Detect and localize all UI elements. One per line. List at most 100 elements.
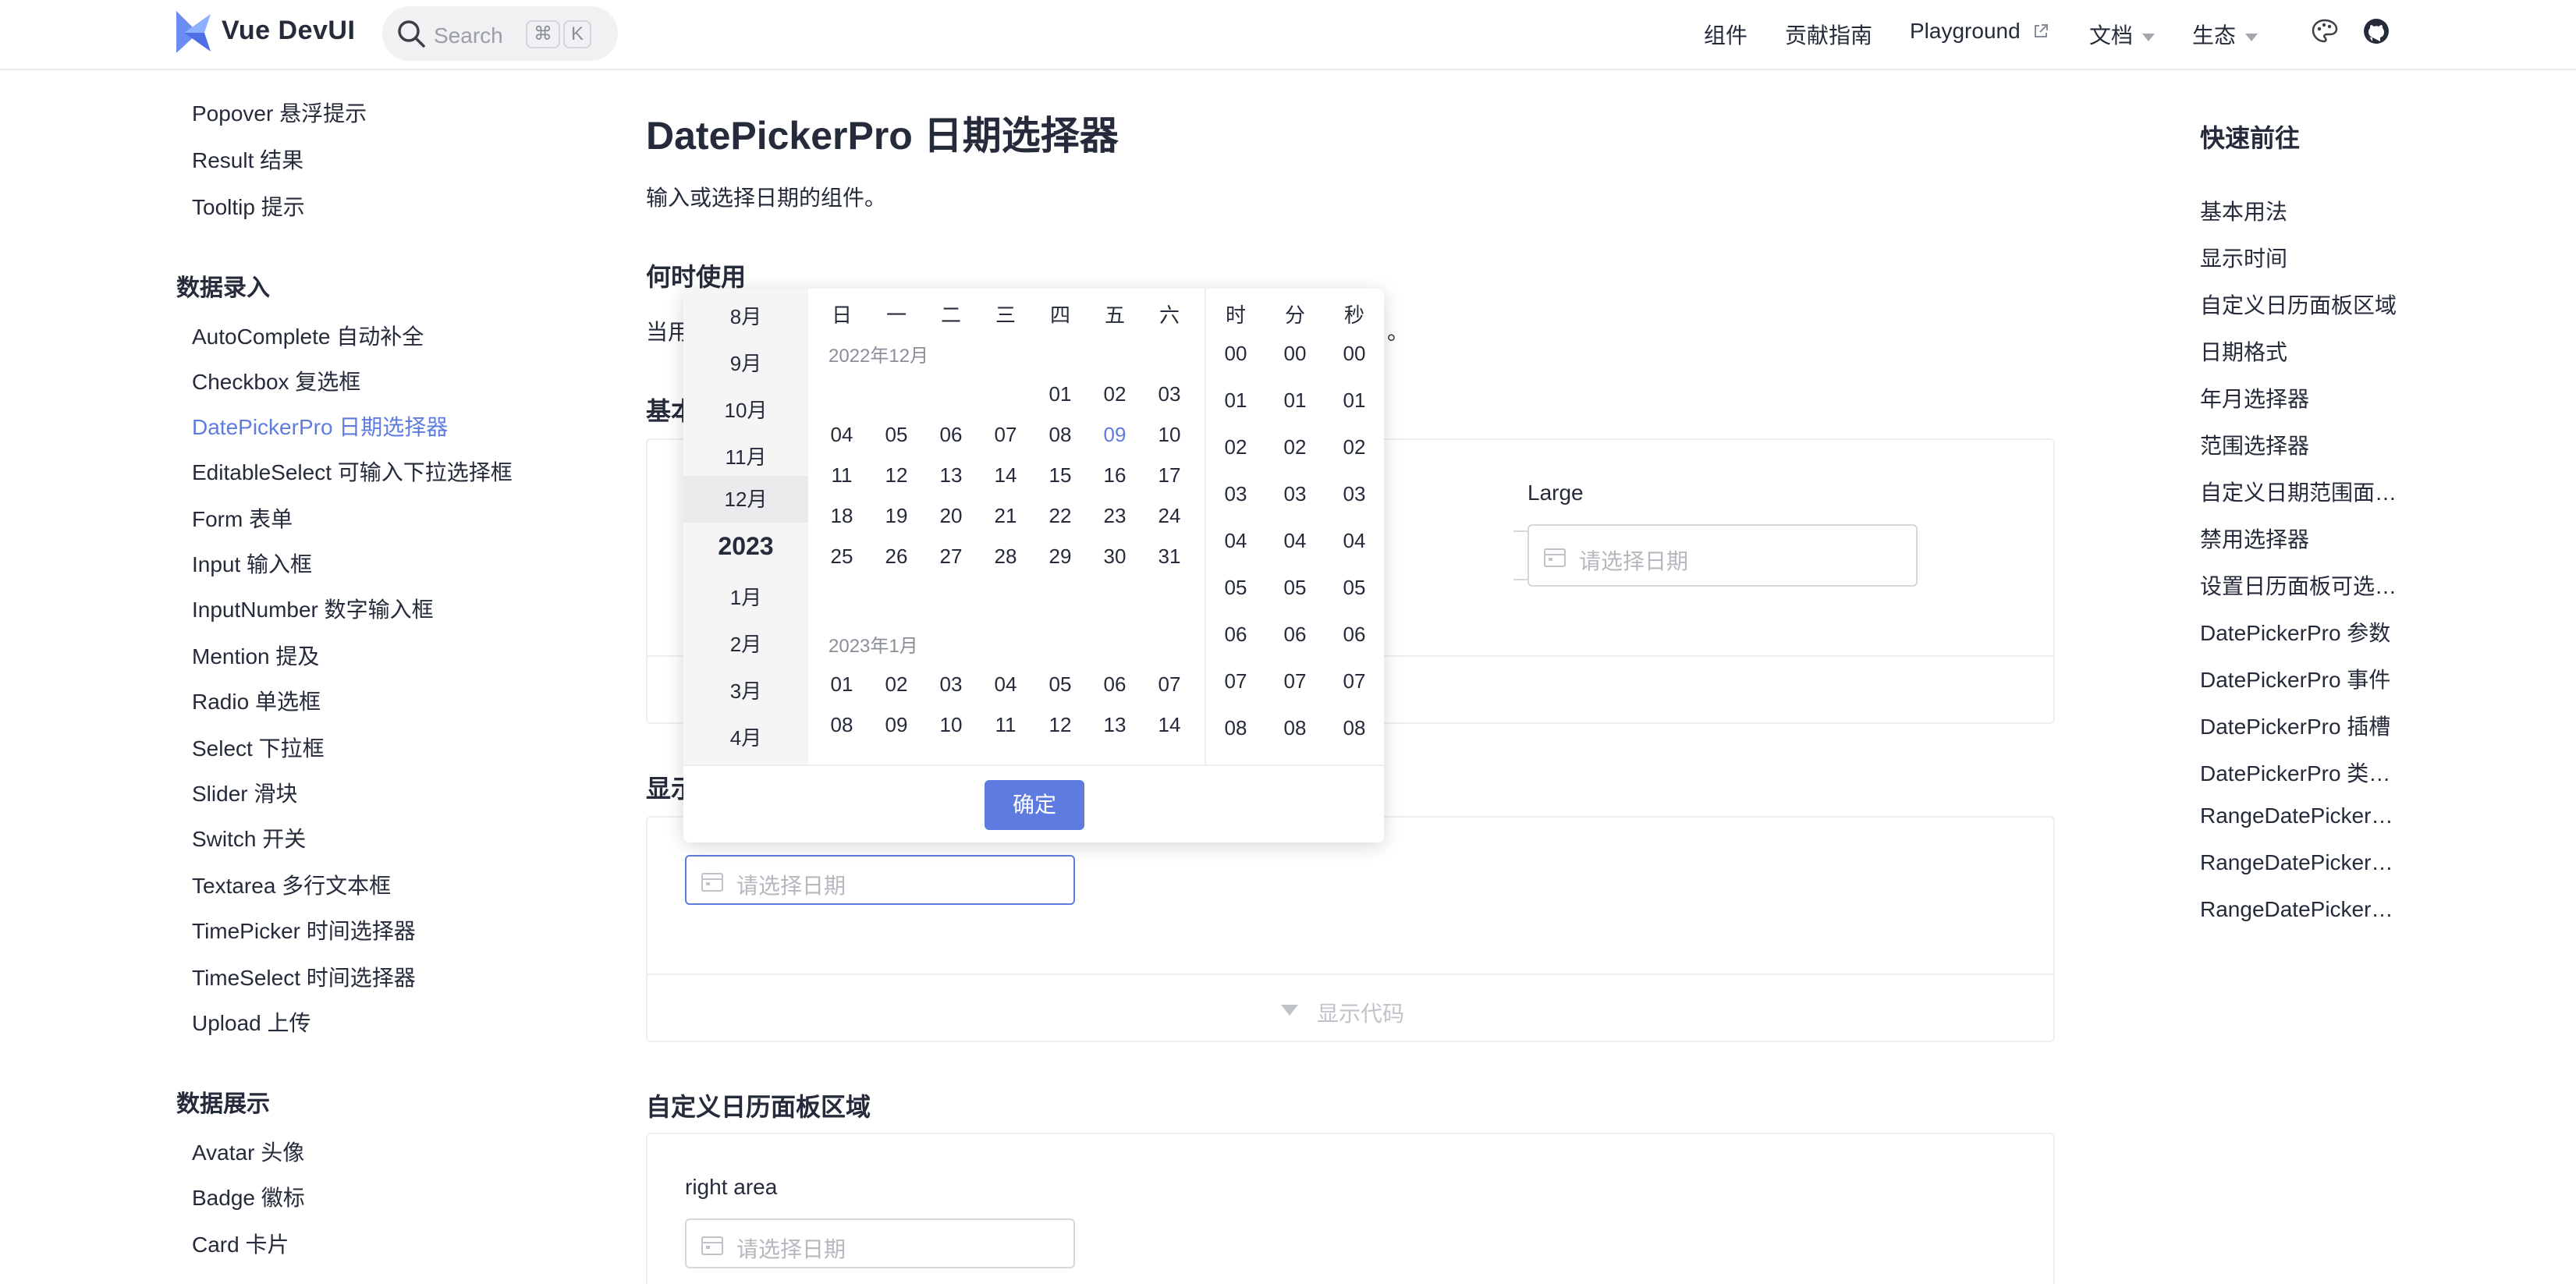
month-option[interactable]: 11月 [683,442,808,470]
sidebar-item-select[interactable]: Select 下拉框 [192,732,325,763]
time-option[interactable]: 05 [1325,576,1384,600]
time-option[interactable]: 08 [1206,716,1265,740]
time-option[interactable]: 03 [1265,482,1325,506]
sidebar-item-badge[interactable]: Badge 徽标 [192,1181,305,1212]
calendar-day[interactable]: 17 [1142,463,1197,488]
toc-item[interactable]: 设置日历面板可选… [2200,569,2397,601]
month-option[interactable]: 9月 [683,348,808,377]
calendar-day[interactable]: 11 [814,463,869,488]
sidebar-item-upload[interactable]: Upload 上传 [192,1006,311,1037]
time-option[interactable]: 00 [1206,342,1265,366]
calendar-day[interactable]: 31 [1142,544,1197,569]
time-option[interactable]: 05 [1206,576,1265,600]
show-time-date-input[interactable]: 请选择日期 [685,855,1075,905]
month-option[interactable]: 2月 [683,629,808,658]
calendar-day[interactable]: 12 [1033,713,1088,737]
calendar-day[interactable]: 02 [869,672,924,697]
calendar-day[interactable]: 24 [1142,504,1197,528]
time-option[interactable]: 01 [1325,388,1384,413]
calendar-day[interactable]: 01 [814,672,869,697]
nav-components[interactable]: 组件 [1704,19,1747,50]
time-option[interactable]: 05 [1265,576,1325,600]
toc-item[interactable]: DatePickerPro 插槽 [2200,710,2390,741]
calendar-day[interactable]: 03 [924,672,978,697]
month-option-current[interactable]: 12月 [683,476,808,523]
sidebar-item-inputnumber[interactable]: InputNumber 数字输入框 [192,593,434,624]
sidebar-item-datepickerpro[interactable]: DatePickerPro 日期选择器 [192,410,448,442]
calendar-day[interactable]: 14 [978,463,1033,488]
theme-palette-icon[interactable] [2311,17,2339,45]
toc-item[interactable]: 年月选择器 [2200,382,2309,413]
calendar-day[interactable]: 10 [924,713,978,737]
calendar-day[interactable]: 25 [814,544,869,569]
sidebar-item-tooltip[interactable]: Tooltip 提示 [192,190,305,222]
calendar-day[interactable]: 13 [924,463,978,488]
month-option[interactable]: 3月 [683,676,808,704]
time-option[interactable]: 06 [1265,622,1325,647]
calendar-day[interactable]: 06 [924,423,978,447]
time-option[interactable]: 02 [1325,435,1384,459]
sidebar-item-switch[interactable]: Switch 开关 [192,822,306,853]
toc-item[interactable]: 显示时间 [2200,242,2287,273]
calendar-day[interactable]: 28 [978,544,1033,569]
time-option[interactable]: 04 [1206,529,1265,553]
calendar-day[interactable]: 30 [1088,544,1142,569]
year-month-column[interactable]: 8月 9月 10月 11月 12月 2023 1月 2月 3月 4月 [683,289,808,764]
time-option[interactable]: 07 [1265,669,1325,693]
show-time-show-code-toggle[interactable]: 显示代码 [648,974,2053,1042]
toc-item[interactable]: 基本用法 [2200,195,2287,226]
toc-item[interactable]: DatePickerPro 类型… [2200,757,2404,788]
calendar-day[interactable]: 18 [814,504,869,528]
sidebar-item-timeselect[interactable]: TimeSelect 时间选择器 [192,961,416,992]
time-option[interactable]: 06 [1206,622,1265,647]
time-option[interactable]: 02 [1265,435,1325,459]
calendar-day[interactable]: 05 [1033,672,1088,697]
toc-item[interactable]: 禁用选择器 [2200,523,2309,554]
calendar-day[interactable]: 02 [1088,382,1142,406]
calendar-day[interactable]: 16 [1088,463,1142,488]
calendar-day[interactable]: 27 [924,544,978,569]
sidebar-item-timepicker[interactable]: TimePicker 时间选择器 [192,914,416,945]
calendar-day[interactable]: 10 [1142,423,1197,447]
time-option[interactable]: 03 [1325,482,1384,506]
toc-item[interactable]: 自定义日期范围面… [2200,476,2397,507]
calendar-day[interactable]: 09 [1088,423,1142,447]
calendar-day[interactable]: 15 [1033,463,1088,488]
time-option[interactable]: 01 [1265,388,1325,413]
month-option[interactable]: 8月 [683,301,808,330]
large-date-input[interactable]: 请选择日期 [1528,524,1918,587]
toc-item[interactable]: RangeDatePickerPr… [2200,897,2404,922]
month-option[interactable]: 10月 [683,395,808,424]
nav-ecosystem[interactable]: 生态 [2192,19,2258,50]
sidebar-item-input[interactable]: Input 输入框 [192,548,312,579]
calendar-day[interactable]: 06 [1088,672,1142,697]
nav-playground[interactable]: Playground [1910,19,2049,44]
month-option[interactable]: 4月 [683,722,808,751]
time-option[interactable]: 08 [1325,716,1384,740]
time-option[interactable]: 06 [1325,622,1384,647]
calendar-day[interactable]: 07 [978,423,1033,447]
sidebar-item-popover[interactable]: Popover 悬浮提示 [192,97,367,128]
calendar-day[interactable]: 12 [869,463,924,488]
github-icon[interactable] [2362,17,2390,45]
year-label[interactable]: 2023 [683,532,808,561]
brand-name[interactable]: Vue DevUI [222,16,355,46]
sidebar-item-checkbox[interactable]: Checkbox 复选框 [192,365,360,396]
sidebar-item-autocomplete[interactable]: AutoComplete 自动补全 [192,320,424,351]
sidebar-item-form[interactable]: Form 表单 [192,502,293,534]
calendar-day[interactable]: 19 [869,504,924,528]
sidebar-item-slider[interactable]: Slider 滑块 [192,777,297,808]
time-option[interactable]: 04 [1265,529,1325,553]
toc-item[interactable]: 日期格式 [2200,335,2287,367]
search-box[interactable]: Search ⌘ K [382,6,618,61]
nav-contribute[interactable]: 贡献指南 [1785,19,1872,50]
toc-item[interactable]: 自定义日历面板区域 [2200,289,2397,320]
time-option[interactable]: 04 [1325,529,1384,553]
calendar-day[interactable]: 08 [814,713,869,737]
calendar-day[interactable]: 09 [869,713,924,737]
nav-docs[interactable]: 文档 [2089,19,2156,50]
calendar-day[interactable]: 21 [978,504,1033,528]
time-option[interactable]: 03 [1206,482,1265,506]
month-option[interactable]: 1月 [683,582,808,611]
time-option[interactable]: 07 [1206,669,1265,693]
